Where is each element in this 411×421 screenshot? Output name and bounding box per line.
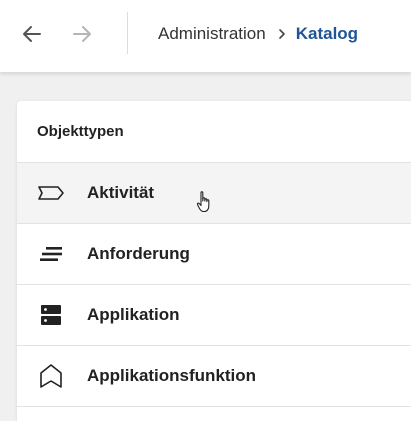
- tag-outline-icon: [37, 179, 65, 207]
- breadcrumb: Administration Katalog: [158, 23, 358, 45]
- panel-title: Objekttypen: [17, 101, 411, 163]
- hand-pointer-icon: [196, 190, 214, 214]
- breadcrumb-item-administration[interactable]: Administration: [158, 23, 266, 45]
- list-item-applikationsfunktion[interactable]: Applikationsfunktion: [17, 346, 411, 407]
- arrow-left-icon: [23, 26, 41, 42]
- object-types-panel: Objekttypen Aktivität Anforderung Applik…: [17, 101, 411, 421]
- list-item-label: Anforderung: [87, 244, 190, 263]
- forward-button[interactable]: [67, 19, 97, 49]
- list-item-label: Applikationsfunktion: [87, 366, 257, 385]
- top-bar: Administration Katalog: [0, 0, 411, 72]
- list-item-label: Aktivität: [87, 183, 155, 202]
- back-button[interactable]: [17, 19, 47, 49]
- chevron-right-icon: [277, 28, 287, 40]
- breadcrumb-item-katalog[interactable]: Katalog: [296, 23, 358, 45]
- text-lines-icon: [37, 240, 65, 268]
- list-item-anforderung[interactable]: Anforderung: [17, 224, 411, 285]
- list-item-aktivitaet[interactable]: Aktivität: [17, 163, 411, 224]
- toolbar-divider: [127, 12, 128, 54]
- pentagon-outline-icon: [37, 362, 65, 390]
- list-item-applikation[interactable]: Applikation: [17, 285, 411, 346]
- list-item-label: Applikation: [87, 305, 180, 324]
- server-icon: [37, 301, 65, 329]
- arrow-right-icon: [73, 26, 91, 42]
